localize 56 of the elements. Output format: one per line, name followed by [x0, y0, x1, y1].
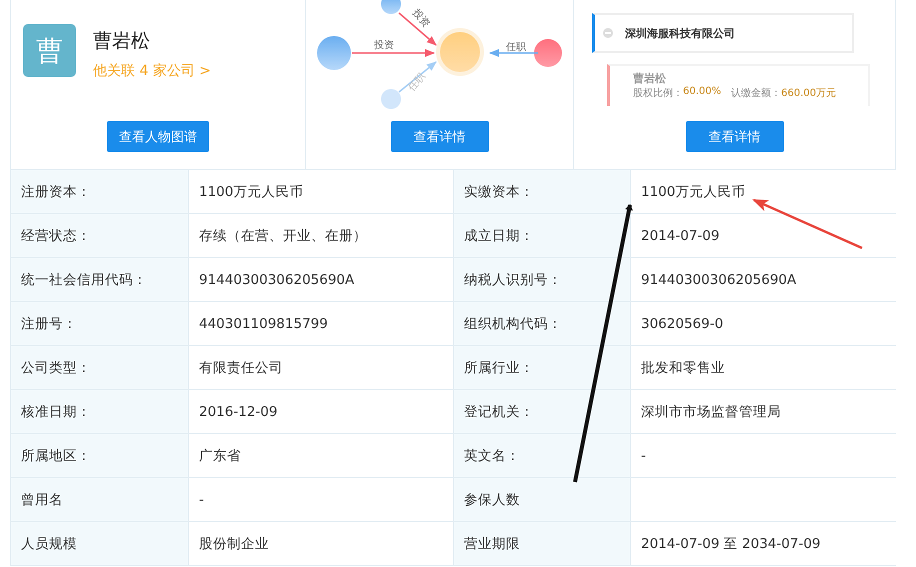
shareholder-name: 曹岩松 [633, 71, 667, 86]
field-value: 2014-07-09 [641, 228, 720, 244]
amount-value: 660.00万元 [781, 87, 836, 100]
field-value: 1100万元人民币 [199, 182, 304, 200]
field-value: 批发和零售业 [641, 358, 725, 376]
edge-label: 任职 [506, 42, 526, 53]
field-label: 所属行业： [464, 358, 534, 376]
field-value: 存续（在营、开业、在册） [199, 226, 367, 244]
field-label: 经营状态： [21, 226, 91, 244]
field-label: 统一社会信用代码： [21, 270, 147, 288]
field-value: 股份制企业 [199, 534, 269, 552]
collapse-icon[interactable] [603, 28, 613, 38]
field-value: 91440300306205690A [641, 272, 796, 288]
amount-label: 认缴金额： [731, 86, 782, 100]
field-label: 核准日期： [21, 402, 91, 420]
field-label: 英文名： [464, 446, 520, 464]
field-label: 注册号： [21, 314, 77, 332]
field-value: 广东省 [199, 446, 241, 464]
field-label: 实缴资本： [464, 182, 534, 200]
field-value: - [199, 492, 204, 508]
field-label: 人员规模 [21, 534, 77, 552]
field-value: 30620569-0 [641, 316, 724, 332]
person-name: 曹岩松 [93, 29, 150, 54]
field-value: 有限责任公司 [199, 358, 283, 376]
ratio-value: 60.00% [683, 86, 722, 99]
view-graph-button[interactable]: 查看人物图谱 [107, 121, 209, 152]
view-button[interactable]: 查看详情 [686, 121, 784, 152]
field-label: 组织机构代码： [464, 314, 562, 332]
field-value: 1100万元人民币 [641, 182, 746, 200]
field-value: 91440300306205690A [199, 272, 354, 288]
node-circle [381, 89, 401, 109]
edge-label: 投资 [410, 7, 432, 30]
field-value: 2016-12-09 [199, 404, 278, 420]
avatar-badge: 曹 [23, 24, 76, 77]
related-companies-link[interactable]: 他关联 4 家公司 > [93, 62, 211, 80]
field-label: 公司类型： [21, 358, 91, 376]
field-label: 所属地区： [21, 446, 91, 464]
field-label: 注册资本： [21, 182, 91, 200]
field-label: 参保人数 [464, 490, 520, 508]
field-label: 曾用名 [21, 490, 63, 508]
company-name: 深圳海服科技有限公司 [625, 26, 735, 40]
field-label: 纳税人识别号： [464, 270, 562, 288]
edge-arrow [398, 61, 437, 93]
field-label: 成立日期： [464, 226, 534, 244]
view-button[interactable]: 查看详情 [390, 121, 488, 152]
edge-label: 投资 [374, 40, 394, 51]
field-label: 登记机关： [464, 402, 534, 420]
node-circle [534, 39, 562, 67]
ratio-label: 股权比例： [633, 86, 683, 100]
edge-label: 任职 [406, 71, 428, 94]
field-value: 440301109815799 [199, 316, 328, 332]
field-value: 2014-07-09 至 2034-07-09 [641, 534, 820, 552]
field-value: - [641, 448, 646, 464]
field-label: 营业期限 [464, 534, 520, 552]
node-circle [317, 36, 351, 70]
field-value: 深圳市市场监督管理局 [641, 402, 781, 420]
